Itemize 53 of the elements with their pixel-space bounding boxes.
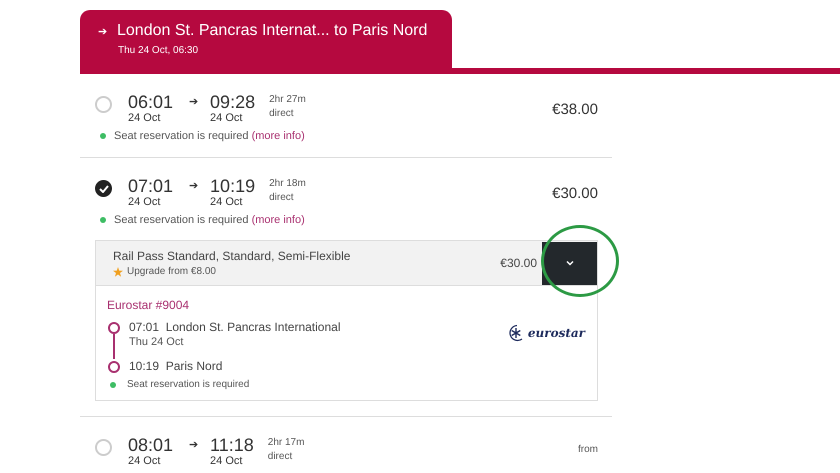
stop-time-station: 07:01 London St. Pancras International (129, 320, 340, 334)
time: 09:28 (210, 92, 256, 112)
logo-text: eurostar (528, 326, 585, 340)
arrow-icon: ➔ (189, 438, 198, 451)
date: 24 Oct (128, 196, 162, 208)
more-info-link[interactable]: (more info) (252, 130, 305, 142)
reservation-note: Seat reservation is required (more info) (114, 214, 305, 226)
arrow-icon: ➔ (98, 24, 107, 38)
price: €30.00 (552, 185, 598, 202)
route-title: London St. Pancras Internat... to Paris Nord (117, 22, 428, 40)
arrow-icon: ➔ (189, 179, 198, 192)
date: 24 Oct (210, 455, 244, 467)
time: 11:18 (210, 435, 254, 455)
checkmark-icon (98, 184, 108, 192)
stop-date: Thu 24 Oct (129, 336, 184, 348)
radio-button[interactable] (95, 180, 112, 197)
date: 24 Oct (210, 112, 244, 124)
stops-info: direct (269, 191, 295, 205)
duration: 2hr 18m (269, 177, 306, 191)
chevron-down-icon (566, 260, 574, 266)
departure-date: Thu 24 Oct, 06:30 (118, 45, 198, 56)
status-dot (110, 382, 116, 388)
stop-time-station: 10:19 Paris Nord (129, 359, 222, 373)
duration: 2hr 17m (268, 436, 304, 450)
stops-info: direct (269, 107, 295, 121)
duration: 2hr 27m (269, 93, 306, 107)
status-dot (100, 133, 106, 139)
reservation-note: Seat reservation is required (127, 379, 250, 390)
date: 24 Oct (128, 112, 162, 124)
arrow-icon: ➔ (189, 95, 198, 108)
star-icon (113, 266, 123, 276)
time: 07:01 (128, 176, 174, 196)
train-number: Eurostar #9004 (107, 298, 190, 312)
price-prefix: from (578, 444, 598, 455)
star-logo-icon (506, 324, 525, 342)
date: 24 Oct (128, 455, 162, 467)
stops-info: direct (268, 450, 294, 464)
date: 24 Oct (210, 196, 244, 208)
time: 06:01 (128, 92, 174, 112)
more-info-link[interactable]: (more info) (252, 214, 305, 226)
price: €38.00 (552, 101, 598, 118)
fare-price: €30.00 (500, 256, 537, 270)
expand-button[interactable] (542, 242, 597, 284)
end-stop-icon (107, 359, 121, 373)
upgrade-text: Upgrade from €8.00 (127, 266, 216, 277)
radio-button[interactable] (95, 96, 112, 113)
radio-button[interactable] (95, 439, 112, 456)
time: 08:01 (128, 435, 174, 455)
status-dot (100, 217, 106, 223)
reservation-note: Seat reservation is required (more info) (114, 130, 305, 142)
fare-name: Rail Pass Standard, Standard, Semi-Flexible (113, 249, 350, 263)
start-stop-icon (107, 320, 121, 359)
time: 10:19 (210, 176, 256, 196)
